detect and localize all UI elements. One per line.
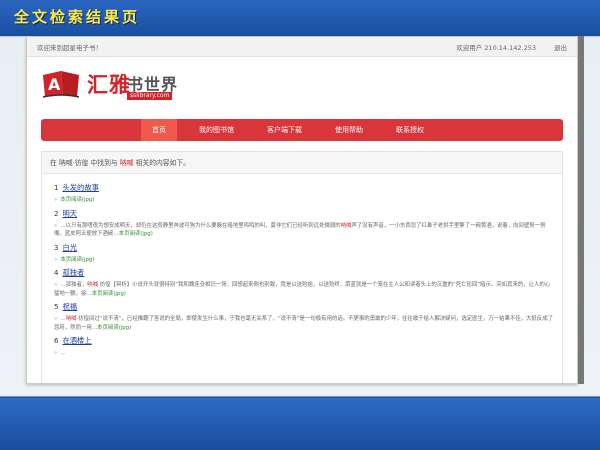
nav-client-download[interactable]: 客户端下载 xyxy=(256,119,313,141)
arrow-icon: » xyxy=(54,282,58,288)
nav-home[interactable]: 首页 xyxy=(141,119,177,141)
snippet-text: …孤独者， xyxy=(60,282,88,288)
result-number: 2 xyxy=(54,209,59,218)
logo-area: A 汇雅 书世界 sslibrary.com xyxy=(27,57,577,119)
snippet-text: ·彷徨【冥析】小说开头就很特别“我和魏连殳相识一场，回想起来倒也别致，竟是以送殓… xyxy=(54,282,551,297)
snippet-keyword: 呐喊 xyxy=(87,282,99,288)
result-number: 6 xyxy=(54,337,59,345)
result-number: 4 xyxy=(54,269,59,277)
nav-contact[interactable]: 联系授权 xyxy=(385,119,435,141)
result-title-link[interactable]: 祝福 xyxy=(62,302,77,311)
logout-link[interactable]: 退出 xyxy=(554,42,567,52)
info-scope: 呐喊·彷徨 xyxy=(58,159,89,167)
snippet-text: … xyxy=(60,350,66,356)
user-info: 欢迎用户 210.14.142.253 xyxy=(456,43,536,52)
list-item: 3 白光 » 本页阅读(jpg) xyxy=(54,242,562,265)
arrow-icon: » xyxy=(54,350,58,356)
arrow-icon: » xyxy=(54,197,58,203)
results-list: 1 头发的故事 » 本页阅读(jpg) 2 明天 » …以只有那嗜夜为想安成明天，却仍在… xyxy=(42,174,562,358)
snippet-text: …以只有那嗜夜为想安成明天，却仍在这寂静里奔波可狗为什么要躲在暗地里鸣鸣的叫，莫… xyxy=(60,222,341,229)
slide-title: 全文检索结果页 xyxy=(14,8,141,26)
list-item: 4 孤独者 » …孤独者，呐喊·彷徨【冥析】小说开头就很特别“我和魏连殳相识一场，回… xyxy=(54,267,562,298)
logo-main-text: 汇雅 xyxy=(87,72,131,97)
logo-domain: sslibrary.com xyxy=(127,92,173,100)
list-item: 5 祝福 » …呐喊·彷徨间过“说不清”，已经推翻了答说的全局，即使发生什么事，于我… xyxy=(54,301,562,332)
result-number: 5 xyxy=(54,303,59,311)
svg-text:A: A xyxy=(48,75,61,94)
search-info: 在 呐喊·彷徨 中找到与 呐喊 相关的内容如下。 xyxy=(42,152,562,174)
result-title-link[interactable]: 头发的故事 xyxy=(62,183,98,192)
list-item: 1 头发的故事 » 本页阅读(jpg) xyxy=(54,182,562,205)
result-number: 3 xyxy=(54,243,59,252)
arrow-icon: » xyxy=(54,222,58,229)
info-keyword: 呐喊 xyxy=(119,159,134,167)
read-page-link[interactable]: 本页阅读(jpg) xyxy=(60,257,94,263)
read-page-link[interactable]: 本页阅读(jpg) xyxy=(97,325,131,331)
nav-my-library[interactable]: 我的图书馆 xyxy=(188,119,245,141)
result-title-link[interactable]: 明天 xyxy=(62,209,77,218)
result-title-link[interactable]: 在酒楼上 xyxy=(62,336,91,345)
arrow-icon: » xyxy=(54,316,58,322)
info-suffix: 相关的内容如下。 xyxy=(133,159,190,167)
scrollbar[interactable] xyxy=(578,36,584,384)
result-title-link[interactable]: 白光 xyxy=(62,243,77,252)
read-page-link[interactable]: 本页阅读(jpg) xyxy=(119,231,153,237)
slide-bottom-bar xyxy=(0,398,600,450)
result-title-link[interactable]: 孤独者 xyxy=(62,268,84,277)
nav-help[interactable]: 使用帮助 xyxy=(324,119,374,141)
info-prefix: 在 xyxy=(50,159,59,167)
read-page-link[interactable]: 本页阅读(jpg) xyxy=(92,291,126,297)
top-bar: 欢迎来到超星电子书！ 欢迎用户 210.14.142.253 退出 xyxy=(27,37,577,57)
info-mid: 中找到与 xyxy=(88,159,120,167)
read-page-link[interactable]: 本页阅读(jpg) xyxy=(60,197,94,203)
result-number: 1 xyxy=(54,184,59,192)
arrow-icon: » xyxy=(54,256,58,263)
list-item: 6 在酒楼上 »… xyxy=(54,335,562,358)
snippet-keyword: 呐喊 xyxy=(65,316,77,322)
welcome-text: 欢迎来到超星电子书！ xyxy=(37,43,102,52)
browser-screenshot: 欢迎来到超星电子书！ 欢迎用户 210.14.142.253 退出 A 汇雅 书… xyxy=(26,36,578,384)
results-panel: 在 呐喊·彷徨 中找到与 呐喊 相关的内容如下。 1 头发的故事 » 本页阅读(jp… xyxy=(41,151,563,383)
snippet-keyword: 呐喊 xyxy=(340,222,352,229)
main-nav: 首页 我的图书馆 客户端下载 使用帮助 联系授权 xyxy=(41,119,563,141)
list-item: 2 明天 » …以只有那嗜夜为想安成明天，却仍在这寂静里奔波可狗为什么要躲在暗地里鸣… xyxy=(54,208,562,239)
book-logo-icon[interactable]: A xyxy=(41,69,85,99)
